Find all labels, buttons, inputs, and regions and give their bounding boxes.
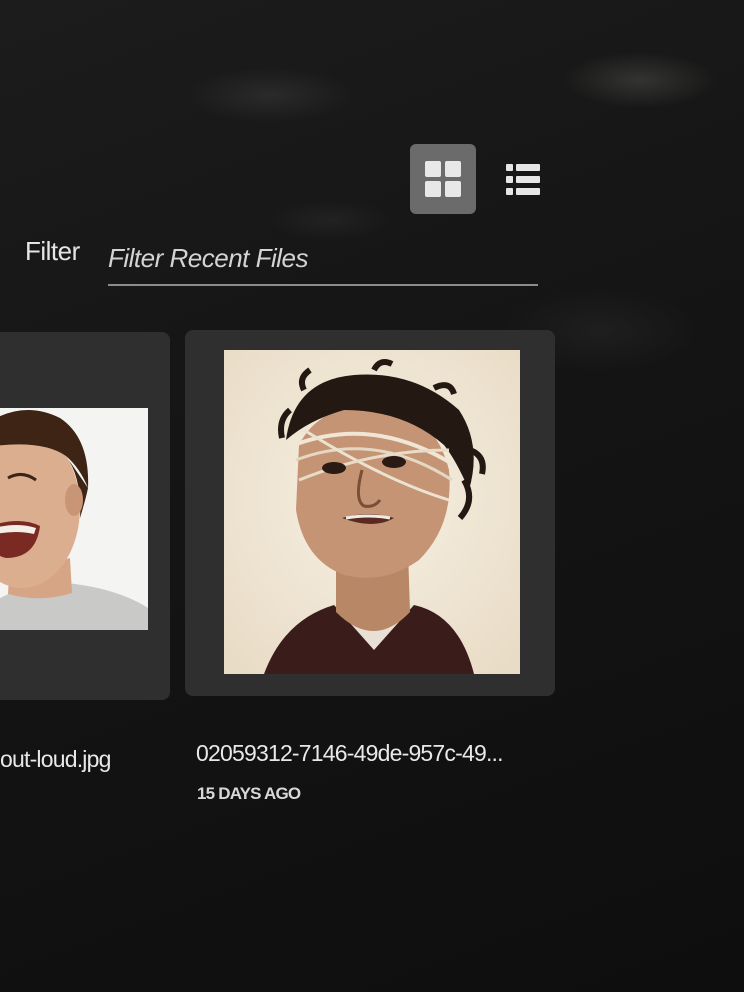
file-thumbnail[interactable] [224, 350, 520, 674]
grid-view-icon [425, 161, 461, 197]
list-view-button[interactable] [506, 159, 546, 199]
filter-input[interactable] [108, 232, 538, 286]
view-toggle [410, 144, 546, 214]
filter-label: Filter [25, 236, 80, 266]
list-view-icon [506, 163, 546, 171]
recent-files-screen: Filter out-loud.jpg [0, 0, 744, 992]
file-name[interactable]: 02059312-7146-49de-957c-49... [196, 740, 556, 767]
file-thumbnail[interactable] [0, 408, 148, 630]
file-date: 15 DAYS AGO [197, 784, 301, 803]
grid-view-button[interactable] [410, 144, 476, 214]
file-name[interactable]: out-loud.jpg [0, 746, 111, 773]
